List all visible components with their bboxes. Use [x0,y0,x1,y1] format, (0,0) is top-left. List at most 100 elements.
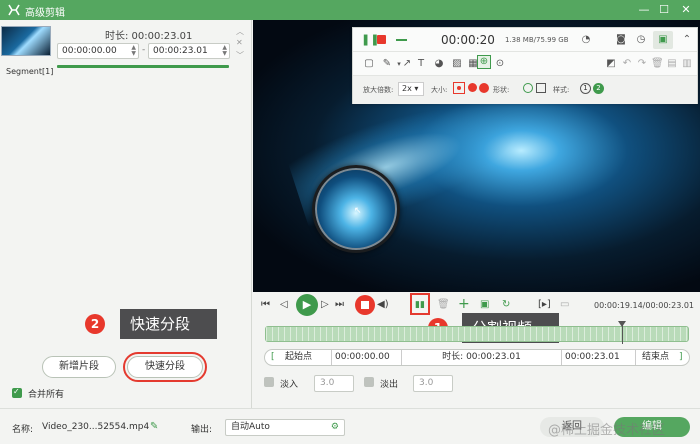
fade-in-input[interactable]: 3.0 [314,375,354,392]
fade-in-checkbox[interactable] [264,377,274,387]
segment-start-input[interactable]: 00:00:00.00 ▲ ▼ [57,43,139,59]
callout-2-label: 快速分段 [120,309,217,339]
square-shape-option[interactable] [536,83,546,93]
skip-start-icon[interactable]: ⏮ [261,297,270,313]
clear-icon[interactable]: ▤ [666,58,678,70]
segment-name: Segment[1] [6,67,54,76]
segment-end-input[interactable]: 00:00:23.01 ▲ ▼ [148,43,230,59]
collapse-icon[interactable]: ⌃ [681,34,693,46]
set-end-button[interactable]: 结束点 [635,350,669,365]
minimize-recorder-icon[interactable] [396,39,407,41]
delete-segment-icon[interactable]: 🗑 [437,297,450,313]
size-medium-option[interactable] [468,83,477,92]
recorder-status-row: ❚❚ 00:00:20 1.38 MB/75.99 GB ◔ ◙ ◷ ▣ ⌃ [353,28,697,52]
close-button[interactable]: ✕ [678,2,694,18]
size-small-option[interactable] [453,82,465,94]
volume-icon[interactable]: ◔ [580,34,592,46]
save-icon[interactable]: ▥ [681,58,693,70]
redo-icon[interactable]: ↷ [636,58,648,70]
eraser-icon[interactable]: ◩ [605,58,617,70]
settings-icon[interactable]: ⚙ [331,420,339,435]
spin-icon[interactable]: ▲ ▼ [131,45,136,57]
collapse-up-icon[interactable]: ︿ [236,26,244,37]
zoom-tool-button[interactable]: ⊕ [477,55,491,69]
playback-time: 00:00:19.14/00:00:23.01 [594,301,694,310]
fade-out-label: 淡出 [380,380,399,390]
zoom-label: 放大倍数: [363,86,394,94]
fade-in-label: 淡入 [280,380,299,390]
next-frame-icon[interactable]: ▷ [321,297,329,313]
stop-button[interactable] [355,295,375,315]
pen-tool-icon[interactable]: ✎ [381,58,393,70]
zoom-select[interactable]: 2x ▾ [398,82,424,96]
text-tool-icon[interactable]: T [415,58,427,70]
spotlight-tool-icon[interactable]: ⊙ [494,58,506,70]
output-select[interactable]: 自动Auto ⚙ [225,419,345,436]
undo-icon[interactable]: ↶ [621,58,633,70]
schedule-icon[interactable]: ◷ [635,34,647,46]
segment-start-value: 00:00:00.00 [62,46,117,56]
spin-icon[interactable]: ▲ ▼ [222,45,227,57]
style-2-option[interactable]: 2 [593,83,604,94]
add-segment-button[interactable]: 新增片段 [42,356,116,378]
file-name: Video_230...52554.mp4 [42,422,150,432]
size-label: 大小: [431,86,448,94]
recording-size: 1.38 MB/75.99 GB [505,36,569,44]
timeline-ticks [266,327,688,341]
shape-label: 形状: [493,86,510,94]
add-marker-icon[interactable]: + [458,296,470,312]
playhead-line[interactable] [622,322,623,344]
image-tool-icon[interactable]: ▨ [451,58,463,70]
stop-icon[interactable] [377,35,386,44]
fullscreen-icon[interactable]: ▭ [560,297,569,313]
color-tool-icon[interactable]: ◕ [433,58,445,70]
prev-frame-icon[interactable]: ◁ [280,297,288,313]
fade-out-checkbox[interactable] [364,377,374,387]
copy-icon[interactable]: ▣ [480,297,489,313]
name-label: 名称: [12,425,34,435]
camera-icon[interactable]: ◙ [615,34,627,46]
edit-name-icon[interactable]: ✎ [150,421,158,432]
range-dash: - [142,45,146,55]
timeline-track[interactable] [265,326,689,342]
skip-end-icon[interactable]: ⏭ [335,297,344,313]
callout-2-badge: 2 [85,314,105,334]
close-segment-icon[interactable]: ✕ [236,38,243,47]
segment-thumbnail[interactable] [1,26,51,56]
merge-all-checkbox[interactable] [12,387,22,398]
minimize-button[interactable]: — [636,2,652,18]
toolbox-button[interactable]: ▣ [653,31,673,49]
play-button[interactable]: ▶ [296,294,318,316]
size-large-option[interactable] [479,83,489,93]
watermark: @稀土掘金技术社区 [548,423,666,438]
start-time-input[interactable]: 00:00:00.00 [331,350,401,365]
merge-all-label: 合并所有 [28,390,65,400]
output-value: 自动Auto [231,422,270,432]
range-duration: 时长: 00:00:23.01 [401,350,561,365]
segment-progress-bar [57,65,229,68]
arrow-tool-icon[interactable]: ↗ [401,58,413,70]
set-start-button[interactable]: 起始点 [285,350,312,365]
style-label: 样式: [553,86,570,94]
app-logo-icon [8,4,20,16]
fade-out-input[interactable]: 3.0 [413,375,453,392]
segment-range-row: [ 起始点 00:00:00.00 时长: 00:00:23.01 00:00:… [264,349,690,366]
volume-icon[interactable]: ◀) [377,297,389,313]
annotation-tools-row: ▢ ✎ ▾ ↗ T ◕ ▨ ▦ ⊕ ⊙ ◩ ↶ ↷ 🗑 ▤ ▥ [353,52,697,76]
rectangle-tool-icon[interactable]: ▢ [363,58,375,70]
style-1-option[interactable]: 1 [580,83,591,94]
collapse-down-icon[interactable]: ﹀ [236,50,244,61]
title-bar: 高级剪辑 — ☐ ✕ [0,0,700,20]
zoom-options-row: 放大倍数: 2x ▾ 大小: 形状: 样式: 1 2 [353,76,697,104]
split-button[interactable]: ▮▮ [410,293,430,315]
circle-shape-option[interactable] [523,83,533,93]
quick-split-button[interactable]: 快速分段 [123,352,207,382]
maximize-button[interactable]: ☐ [656,2,672,18]
delete-icon[interactable]: 🗑 [651,58,664,70]
segment-panel [0,20,252,408]
zoom-value: 2x [402,84,412,93]
zoom-in-icon: ⊕ [479,56,489,67]
end-time-input[interactable]: 00:00:23.01 [561,350,631,365]
mark-in-icon[interactable]: [▸] [538,297,551,313]
reset-icon[interactable]: ↻ [502,297,510,313]
